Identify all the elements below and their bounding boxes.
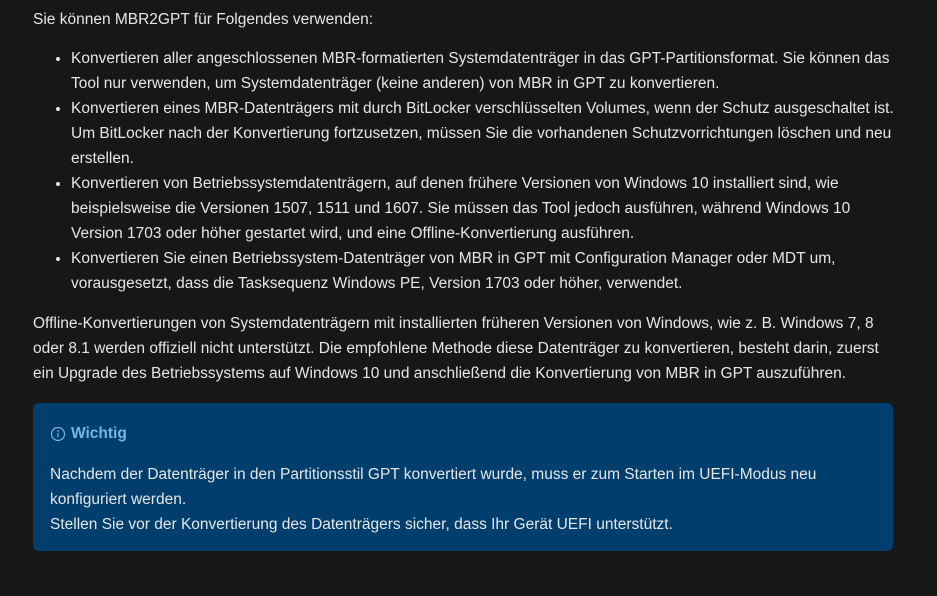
alert-header: Wichtig [50,421,876,446]
offline-conversion-paragraph: Offline-Konvertierungen von Systemdatent… [33,315,879,382]
important-alert: Wichtig Nachdem der Datenträger in den P… [33,403,893,551]
list-item: Konvertieren Sie einen Betriebssystem-Da… [71,246,895,296]
usage-list: Konvertieren aller angeschlossenen MBR-f… [33,46,895,296]
list-item: Konvertieren eines MBR-Datenträgers mit … [71,96,895,171]
list-item: Konvertieren von Betriebssystemdatenträg… [71,171,895,246]
alert-title: Wichtig [71,425,127,442]
alert-line-2: Stellen Sie vor der Konvertierung des Da… [50,516,673,533]
list-item: Konvertieren aller angeschlossenen MBR-f… [71,46,895,96]
alert-line-1: Nachdem der Datenträger in den Partition… [50,466,817,508]
intro-text: Sie können MBR2GPT für Folgendes verwend… [33,11,374,28]
article-content: Sie können MBR2GPT für Folgendes verwend… [33,7,895,551]
info-circle-icon [50,426,66,442]
alert-body: Nachdem der Datenträger in den Partition… [50,462,876,537]
